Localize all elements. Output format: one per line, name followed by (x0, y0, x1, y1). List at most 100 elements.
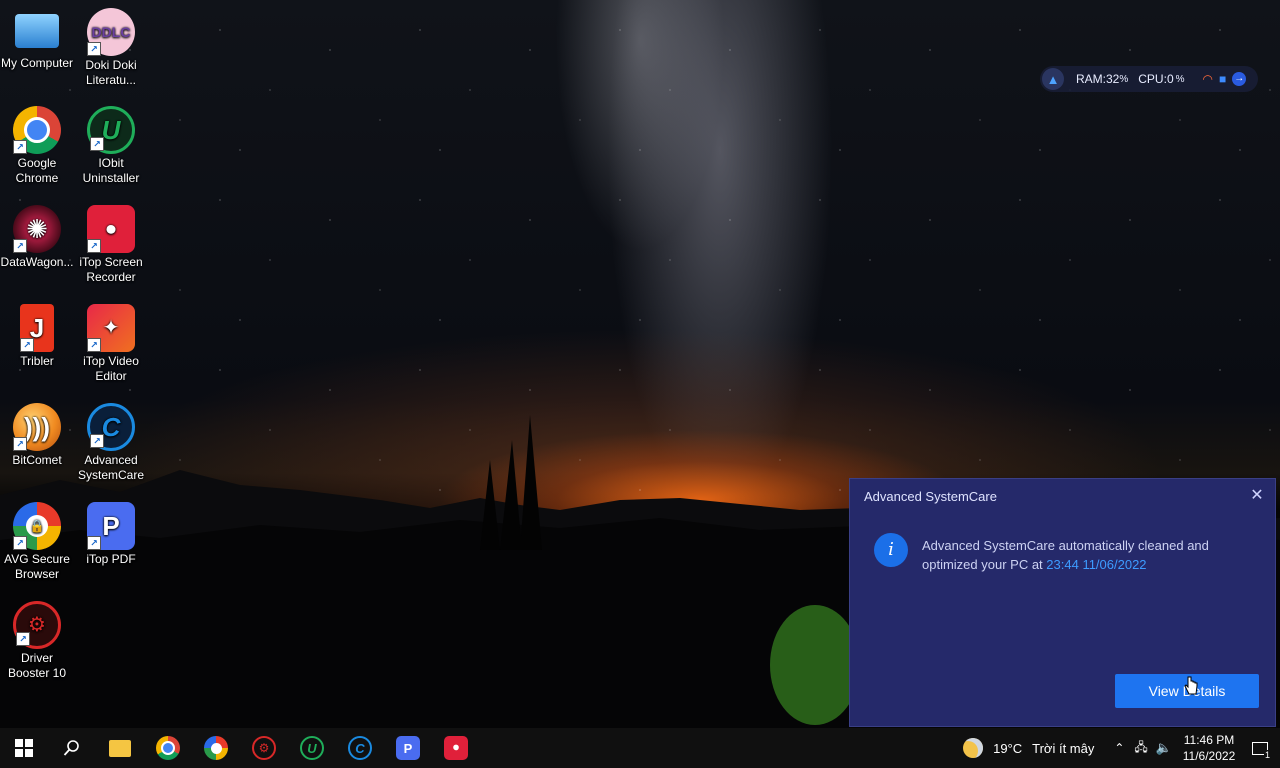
desktop-icon-label: AVG Secure Browser (4, 552, 70, 581)
itop-pdf-icon: P ↗ (87, 502, 135, 550)
taskbar-itop-pdf[interactable]: P (384, 728, 432, 768)
desktop-icon-driver-booster[interactable]: ⚙ ↗ Driver Booster 10 (0, 601, 74, 681)
desktop-icon-label: Driver Booster 10 (7, 651, 67, 680)
system-tray: 19°C Trời ít mây ⌃ 🖧 🔈 11:46 PM 11/6/202… (963, 728, 1280, 768)
arrow-right-icon[interactable]: → (1232, 72, 1247, 86)
bitcomet-icon: ))) ↗ (13, 403, 61, 451)
network-icon[interactable]: 🖧 (1134, 738, 1147, 759)
search-icon (63, 740, 79, 756)
camera-icon[interactable]: ■ (1219, 72, 1226, 86)
system-monitor-widget[interactable]: ▲ RAM: 32 % CPU: 0 % ◠ ■ → (1040, 66, 1258, 92)
desktop-icon-tribler[interactable]: J ↗ Tribler (0, 304, 74, 369)
doki-doki-icon: DDLC ↗ (87, 8, 135, 56)
file-explorer-icon (109, 739, 131, 757)
desktop-icon-doki-doki[interactable]: DDLC ↗ Doki Doki Literatu... (74, 8, 148, 88)
advanced-systemcare-icon: C ↗ (87, 403, 135, 451)
computer-icon (15, 14, 59, 48)
taskbar: ⚙ U C P ⏺ 19°C Trời ít mây ⌃ 🖧 🔈 11:46 P… (0, 728, 1280, 768)
itop-pdf-icon: P (396, 736, 420, 760)
shortcut-arrow-icon: ↗ (87, 42, 101, 56)
clock-time: 11:46 PM (1183, 733, 1235, 747)
shortcut-arrow-icon: ↗ (13, 536, 27, 550)
itop-screen-recorder-icon: ⏺ ↗ (87, 205, 135, 253)
rocket-icon[interactable]: ▲ (1042, 68, 1064, 90)
ram-label: RAM: (1076, 72, 1106, 86)
desktop-icon-bitcomet[interactable]: ))) ↗ BitComet (0, 403, 74, 468)
windows-logo-icon (15, 739, 33, 757)
desktop-icon-label: Advanced SystemCare (77, 453, 145, 482)
itop-screen-recorder-icon: ⏺ (444, 736, 468, 760)
datawagon-icon: ✺ ↗ (13, 205, 61, 253)
iobit-uninstaller-icon: U (300, 736, 324, 760)
taskbar-avg-browser[interactable] (192, 728, 240, 768)
action-center-button[interactable]: 1 (1240, 728, 1280, 768)
weather-moon-cloud-icon (963, 738, 984, 758)
desktop-icon-label: Tribler (20, 354, 54, 368)
desktop-icon-avg-secure-browser[interactable]: 🔒 ↗ AVG Secure Browser (0, 502, 74, 582)
shortcut-arrow-icon: ↗ (87, 239, 101, 253)
tribler-icon: J ↗ (20, 304, 54, 352)
desktop-icon-advanced-systemcare[interactable]: C ↗ Advanced SystemCare (74, 403, 148, 483)
desktop-icon-itop-video-editor[interactable]: ✦ ↗ iTop Video Editor (74, 304, 148, 384)
cpu-value: 0 (1166, 72, 1174, 86)
wifi-icon[interactable]: ◠ (1203, 72, 1213, 86)
desktop-icon-my-computer[interactable]: My Computer (0, 8, 74, 71)
cpu-unit: % (1175, 73, 1185, 85)
notification-count-badge: 1 (1263, 750, 1271, 760)
itop-video-editor-icon: ✦ ↗ (87, 304, 135, 352)
taskbar-itop-screen-recorder[interactable]: ⏺ (432, 728, 480, 768)
shortcut-arrow-icon: ↗ (20, 338, 34, 352)
shortcut-arrow-icon: ↗ (90, 434, 104, 448)
desktop-icon-google-chrome[interactable]: ↗ Google Chrome (0, 106, 74, 186)
desktop-icon-itop-screen-recorder[interactable]: ⏺ ↗ iTop Screen Recorder (74, 205, 148, 285)
chrome-icon: ↗ (13, 106, 61, 154)
desktop-icon-label: IObit Uninstaller (82, 156, 140, 185)
volume-icon[interactable]: 🔈 (1156, 740, 1172, 756)
weather-description: Trời ít mây (1032, 740, 1095, 756)
avg-secure-browser-icon: 🔒 ↗ (13, 502, 61, 550)
avg-browser-icon (204, 736, 228, 760)
close-icon[interactable]: ✕ (1249, 488, 1265, 504)
taskbar-chrome[interactable] (144, 728, 192, 768)
ram-value: 32 (1106, 72, 1120, 86)
desktop-icon-iobit-uninstaller[interactable]: U ↗ IObit Uninstaller (74, 106, 148, 186)
chrome-icon (156, 736, 180, 760)
weather-widget[interactable]: 19°C Trời ít mây (963, 738, 1094, 758)
search-button[interactable] (48, 728, 96, 768)
chevron-up-icon[interactable]: ⌃ (1114, 741, 1124, 755)
desktop-icon-datawagon[interactable]: ✺ ↗ DataWagon... (0, 205, 74, 270)
ram-unit: % (1119, 73, 1129, 85)
info-icon: i (874, 533, 908, 567)
shortcut-arrow-icon: ↗ (87, 536, 101, 550)
notification-message-time: 23:44 11/06/2022 (1046, 557, 1147, 572)
notification-toast: Advanced SystemCare ✕ i Advanced SystemC… (849, 478, 1276, 727)
taskbar-advanced-systemcare[interactable]: C (336, 728, 384, 768)
advanced-systemcare-icon: C (348, 736, 372, 760)
desktop-icon-label: Google Chrome (15, 156, 59, 185)
taskbar-file-explorer[interactable] (96, 728, 144, 768)
desktop-icon-label: BitComet (12, 453, 62, 467)
taskbar-driver-booster[interactable]: ⚙ (240, 728, 288, 768)
shortcut-arrow-icon: ↗ (90, 137, 104, 151)
cpu-label: CPU: (1138, 72, 1167, 86)
notification-message: Advanced SystemCare automatically cleane… (922, 536, 1242, 574)
hand-cursor-icon (1184, 676, 1198, 695)
desktop-icon-itop-pdf[interactable]: P ↗ iTop PDF (74, 502, 148, 567)
shortcut-arrow-icon: ↗ (13, 437, 27, 451)
iobit-uninstaller-icon: U ↗ (87, 106, 135, 154)
driver-booster-icon: ⚙ (252, 736, 276, 760)
shortcut-arrow-icon: ↗ (13, 239, 27, 253)
start-button[interactable] (0, 728, 48, 768)
desktop-icon-label: Doki Doki Literatu... (85, 58, 137, 87)
desktop-icon-label: iTop PDF (86, 552, 136, 566)
notification-title: Advanced SystemCare (864, 489, 997, 504)
shortcut-arrow-icon: ↗ (13, 140, 27, 154)
desktop-icon-label: iTop Screen Recorder (79, 255, 143, 284)
taskbar-iobit-uninstaller[interactable]: U (288, 728, 336, 768)
desktop-icon-label: My Computer (0, 56, 74, 70)
desktop-icon-label: DataWagon... (0, 255, 74, 269)
desktop-icon-label: iTop Video Editor (83, 354, 139, 383)
shortcut-arrow-icon: ↗ (87, 338, 101, 352)
weather-temperature: 19°C (993, 740, 1023, 756)
clock[interactable]: 11:46 PM 11/6/2022 (1178, 732, 1240, 764)
